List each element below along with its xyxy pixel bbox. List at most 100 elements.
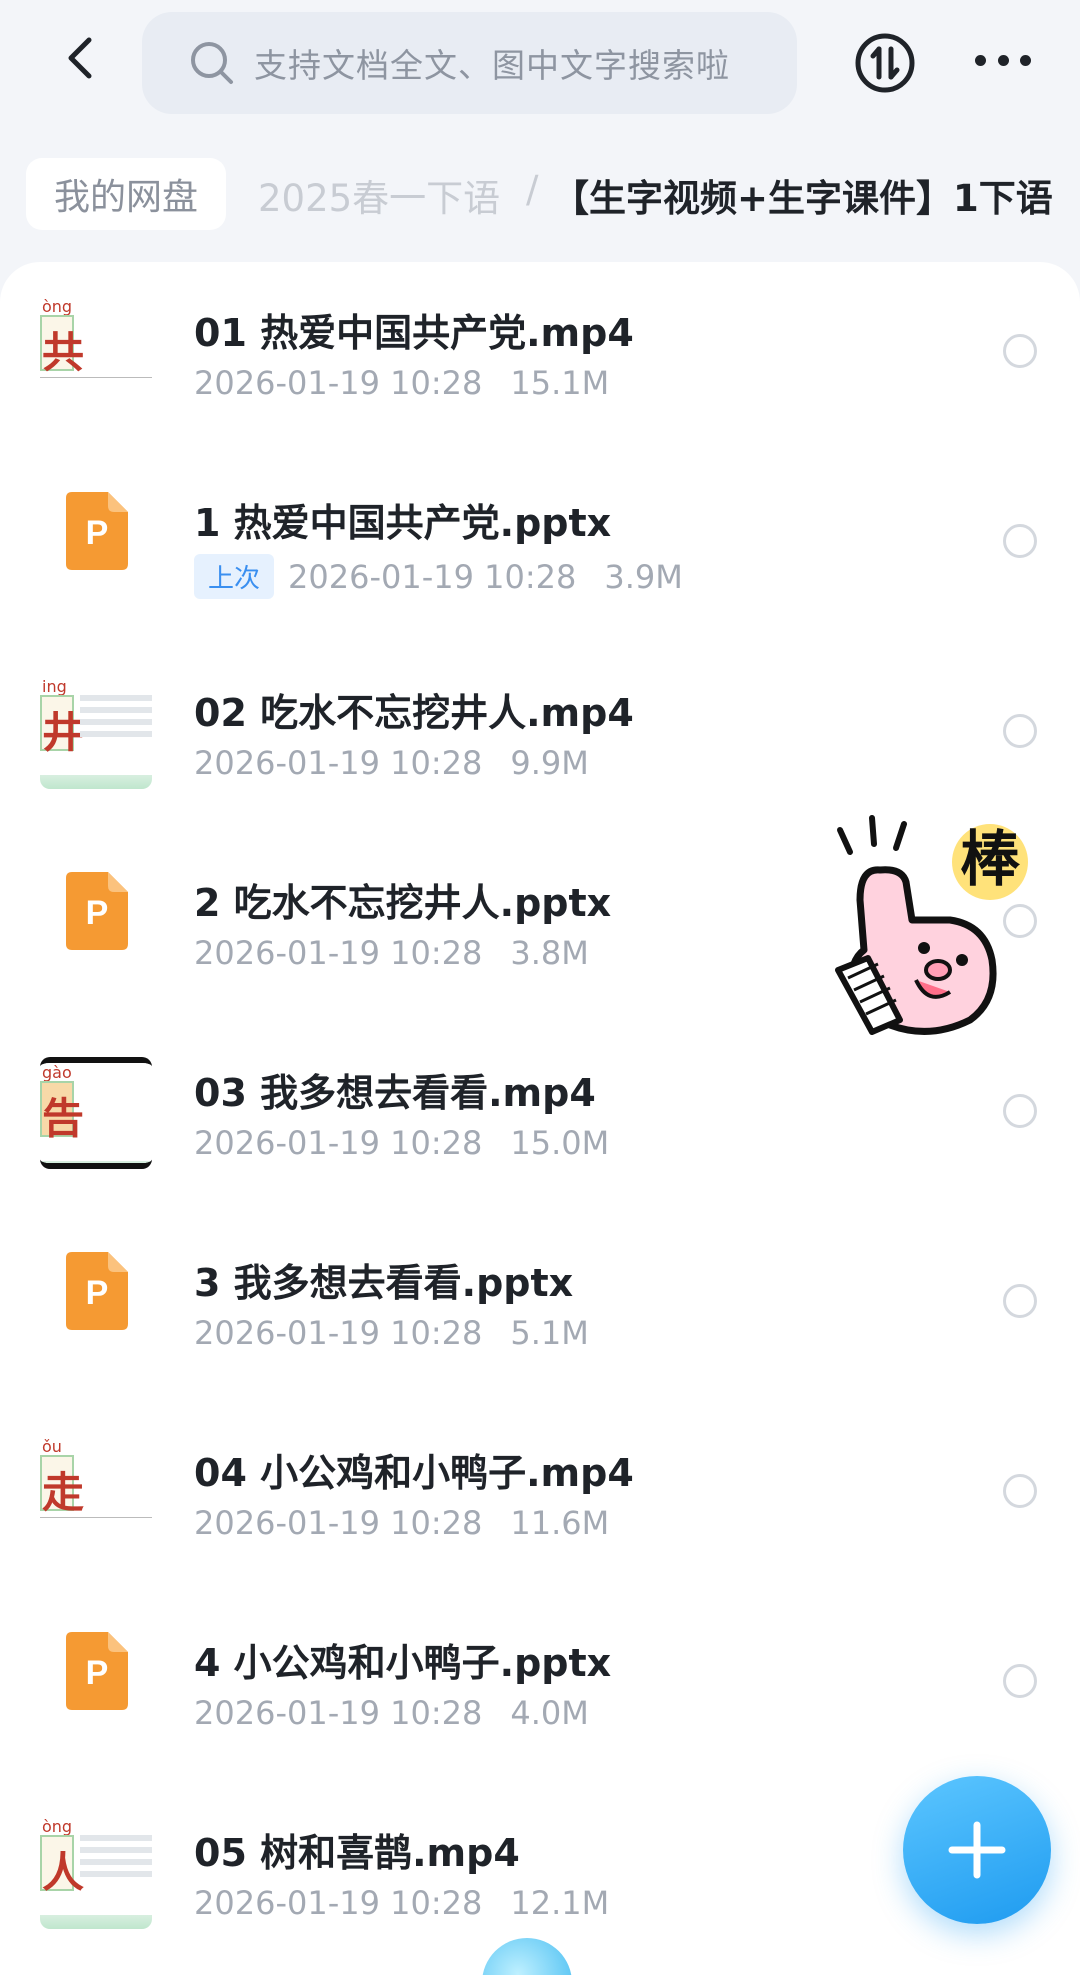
select-checkbox[interactable] (1003, 1664, 1037, 1698)
file-size: 9.9M (510, 744, 589, 782)
select-checkbox[interactable] (1003, 1094, 1037, 1128)
select-checkbox[interactable] (1003, 1284, 1037, 1318)
list-item[interactable]: òng 共 01 热爱中国共产党.mp4 2026-01-19 10:28 15… (0, 262, 1080, 452)
select-checkbox[interactable] (1003, 334, 1037, 368)
file-size: 3.8M (510, 934, 589, 972)
file-date: 2026-01-19 10:28 (194, 1124, 483, 1162)
svg-text:P: P (86, 1274, 109, 1312)
file-name: 02 吃水不忘挖井人.mp4 (194, 691, 634, 735)
file-name: 04 小公鸡和小鸭子.mp4 (194, 1451, 634, 1495)
file-meta: 2026-01-19 10:28 9.9M (194, 744, 589, 782)
file-size: 4.0M (510, 1694, 589, 1732)
list-item[interactable]: P 3 我多想去看看.pptx 2026-01-19 10:28 5.1M (0, 1212, 1080, 1402)
list-item[interactable]: ing 井 02 吃水不忘挖井人.mp4 2026-01-19 10:28 9.… (0, 642, 1080, 832)
list-item[interactable]: P 1 热爱中国共产党.pptx 上次 2026-01-19 10:28 3.9… (0, 452, 1080, 642)
file-date: 2026-01-19 10:28 (194, 934, 483, 972)
thumb-grass (40, 1915, 152, 1929)
svg-text:P: P (86, 514, 109, 552)
video-thumbnail: ǒu 走 (40, 1437, 152, 1549)
list-item[interactable]: P 4 小公鸡和小鸭子.pptx 2026-01-19 10:28 4.0M (0, 1592, 1080, 1782)
breadcrumb-current: 【生字视频+生字课件】1下语 (552, 177, 1053, 220)
plus-icon (948, 1821, 1006, 1879)
search-icon (191, 42, 233, 84)
pptx-file-icon: P (66, 492, 128, 570)
file-name: 4 小公鸡和小鸭子.pptx (194, 1641, 612, 1685)
thumbnail-char: 井 (42, 708, 85, 757)
select-checkbox[interactable] (1003, 1474, 1037, 1508)
sticker-text: 棒 (960, 825, 1021, 895)
video-thumbnail: òng 共 (40, 297, 152, 409)
file-date: 2026-01-19 10:28 (194, 744, 483, 782)
file-size: 15.0M (510, 1124, 610, 1162)
breadcrumb-separator: / (526, 168, 539, 211)
more-dot (997, 54, 1009, 66)
thumb-grass (40, 775, 152, 789)
add-button[interactable] (903, 1776, 1051, 1924)
file-meta: 2026-01-19 10:28 3.8M (194, 934, 589, 972)
thumb-info (80, 695, 152, 743)
top-bar: 支持文档全文、图中文字搜索啦 (0, 0, 1080, 125)
file-date: 2026-01-19 10:28 (194, 1314, 483, 1352)
file-size: 11.6M (510, 1504, 610, 1542)
file-name: 01 热爱中国共产党.mp4 (194, 311, 634, 355)
more-dots-icon (975, 54, 986, 66)
pptx-file-icon: P (66, 872, 128, 950)
video-thumbnail: òng 人 (40, 1817, 152, 1929)
list-item[interactable]: ǒu 走 04 小公鸡和小鸭子.mp4 2026-01-19 10:28 11.… (0, 1402, 1080, 1592)
back-arrow-icon (68, 37, 92, 79)
svg-text:P: P (86, 1654, 109, 1692)
stroke-row (40, 1517, 152, 1527)
file-date: 2026-01-19 10:28 (194, 364, 483, 402)
more-dot (1020, 54, 1031, 66)
thumbs-up-sticker-icon: 棒 (820, 810, 1050, 1060)
thumb-info (80, 1835, 152, 1883)
file-size: 15.1M (510, 364, 610, 402)
file-meta: 2026-01-19 10:28 4.0M (194, 1694, 589, 1732)
file-name: 2 吃水不忘挖井人.pptx (194, 881, 612, 925)
svg-text:P: P (86, 894, 109, 932)
file-date: 2026-01-19 10:28 (194, 1884, 483, 1922)
file-list: òng 共 01 热爱中国共产党.mp4 2026-01-19 10:28 15… (0, 262, 1080, 1975)
sort-transfer-icon (855, 33, 915, 93)
file-size: 3.9M (604, 557, 683, 596)
file-name: 03 我多想去看看.mp4 (194, 1071, 596, 1115)
thumbnail-char: 告 (42, 1094, 85, 1143)
back-button[interactable] (52, 30, 108, 86)
last-opened-badge: 上次 (194, 554, 275, 599)
file-name: 3 我多想去看看.pptx (194, 1261, 574, 1305)
thumbnail-char: 人 (42, 1848, 85, 1897)
thumbnail-pinyin: gào (42, 1063, 72, 1082)
file-size: 12.1M (510, 1884, 610, 1922)
breadcrumb-parent[interactable]: 2025春一下语 (258, 168, 500, 222)
file-meta: 2026-01-19 10:28 15.0M (194, 1124, 609, 1162)
sort-button[interactable] (854, 32, 916, 94)
file-date: 2026-01-19 10:28 (194, 1694, 483, 1732)
video-thumbnail: ing 井 (40, 677, 152, 789)
thumbnail-char: 共 (42, 328, 85, 377)
file-name: 05 树和喜鹊.mp4 (194, 1831, 520, 1875)
thumbnail-pinyin: òng (42, 297, 73, 316)
video-thumbnail: gào 告 (40, 1057, 152, 1169)
thumbnail-pinyin: ing (42, 677, 67, 696)
search-placeholder: 支持文档全文、图中文字搜索啦 (254, 46, 730, 85)
file-browser-page: 支持文档全文、图中文字搜索啦 我的网盘 2025春一下语 / 【生字视频+生字课… (0, 0, 1080, 1975)
select-checkbox[interactable] (1003, 524, 1037, 558)
select-checkbox[interactable] (1003, 714, 1037, 748)
file-meta: 2026-01-19 10:28 12.1M (194, 1884, 609, 1922)
pptx-file-icon: P (66, 1252, 128, 1330)
file-meta: 2026-01-19 10:28 5.1M (194, 1314, 589, 1352)
thumbnail-pinyin: ǒu (42, 1437, 62, 1456)
pptx-file-icon: P (66, 1632, 128, 1710)
search-input[interactable]: 支持文档全文、图中文字搜索啦 (142, 12, 797, 114)
file-date: 2026-01-19 10:28 (194, 1504, 483, 1542)
breadcrumb-root[interactable]: 我的网盘 (26, 158, 227, 230)
stroke-row (40, 377, 152, 387)
file-date: 2026-01-19 10:28 (288, 557, 577, 596)
thumbnail-pinyin: òng (42, 1817, 73, 1836)
file-name: 1 热爱中国共产党.pptx (194, 501, 612, 545)
thumb-grass (40, 1161, 152, 1163)
more-button[interactable] (975, 48, 1031, 72)
breadcrumb: 我的网盘 2025春一下语 / 【生字视频+生字课件】1下语 (0, 150, 1080, 240)
file-meta: 2026-01-19 10:28 11.6M (194, 1504, 609, 1542)
thumbnail-char: 走 (42, 1468, 85, 1517)
